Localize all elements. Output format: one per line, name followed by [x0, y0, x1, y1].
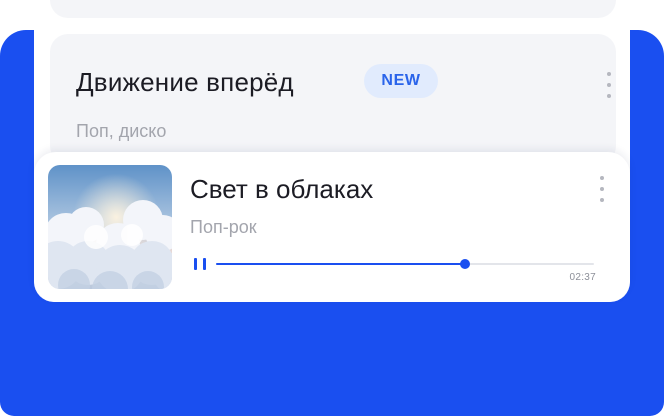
pause-icon[interactable] [192, 258, 208, 272]
list-item-title: Движение вперёд [76, 67, 294, 97]
now-playing-card[interactable]: Свет в облаках Поп-рок 02:37 [34, 152, 630, 302]
more-vertical-icon[interactable] [596, 176, 608, 202]
progress-fill [216, 263, 466, 265]
cover-art-image[interactable] [48, 165, 172, 289]
new-badge: NEW [364, 64, 438, 98]
track-genre: Поп-рок [190, 217, 257, 237]
list-item-genre: Поп, диско [76, 121, 167, 141]
app-stage: Движение вперёд NEW Поп, диско Свет в об… [0, 0, 664, 416]
track-time: 02:37 [569, 272, 596, 283]
more-vertical-icon[interactable] [603, 72, 615, 98]
list-item[interactable]: Движение вперёд NEW Поп, диско [50, 34, 616, 164]
progress-bar[interactable] [216, 259, 594, 269]
progress-handle[interactable] [460, 259, 471, 269]
list-item-previous[interactable] [50, 0, 616, 18]
track-title: Свет в облаках [190, 174, 374, 204]
